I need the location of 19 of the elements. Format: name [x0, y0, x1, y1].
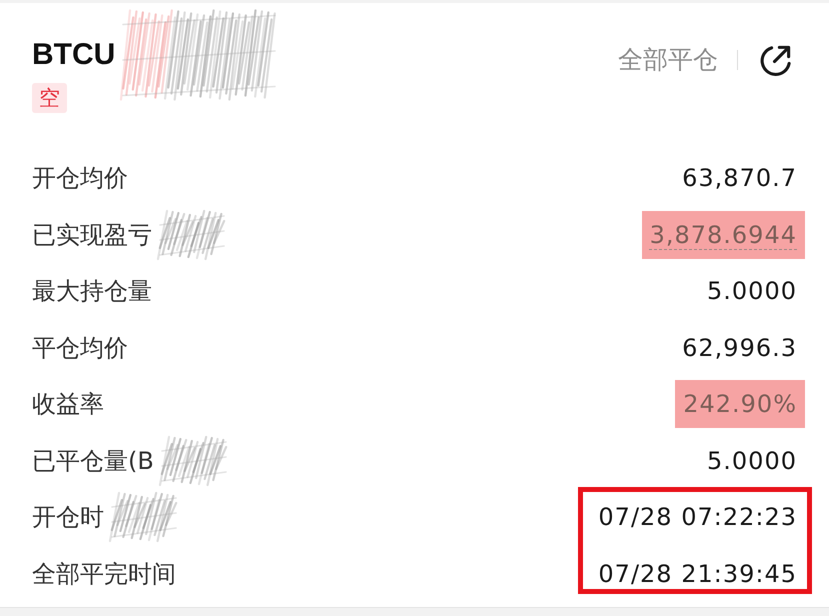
row-label: 收益率: [32, 389, 104, 420]
side-tag: 空: [32, 83, 67, 113]
row-value: 07/28 21:39:45: [598, 558, 797, 589]
row-value: 07/28 07:22:23: [598, 502, 797, 532]
symbol-title: BTCU: [32, 39, 116, 71]
close-all-button[interactable]: 全部平仓: [618, 42, 718, 78]
row-label: 最大持仓量: [32, 276, 152, 306]
row-value: 5.0000: [707, 276, 797, 306]
row-label: 已实现盈亏: [32, 220, 152, 250]
row-value: 62,996.3: [682, 332, 797, 363]
row-label: 平仓均价: [32, 332, 128, 363]
row-value: 63,870.7: [682, 163, 797, 194]
row-value: 5.0000: [707, 446, 797, 476]
row-label: 已平仓量(B: [32, 446, 154, 476]
row-label: 开仓时: [32, 502, 104, 532]
row-value: 242.90%: [675, 380, 805, 428]
row-value: 3,878.6944: [642, 210, 805, 259]
row-label: 开仓均价: [32, 163, 128, 194]
row-label: 全部平完时间: [32, 558, 176, 589]
